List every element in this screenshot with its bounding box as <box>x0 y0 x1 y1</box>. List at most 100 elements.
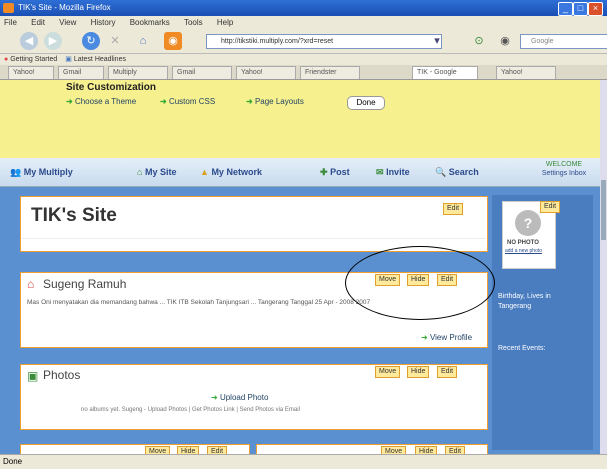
rss-icon[interactable]: ◉ <box>164 32 182 50</box>
minimize-button[interactable]: _ <box>558 2 573 16</box>
maximize-button[interactable]: □ <box>573 2 588 16</box>
nav-my-site-label: My Site <box>144 167 177 177</box>
bookmark-icon[interactable]: ◉ <box>496 32 514 50</box>
photos-icon: ▣ <box>27 369 39 383</box>
home-icon[interactable]: ⌂ <box>134 32 152 50</box>
tab-item[interactable]: Gmail <box>172 66 232 79</box>
forward-icon[interactable]: ▶ <box>44 32 62 50</box>
nav-my-site[interactable]: ⌂ My Site <box>137 167 176 177</box>
arrow-icon: ➜ <box>160 97 167 106</box>
navigation-toolbar: ◀ ▶ ↻ ✕ ⌂ ◉ http://tikstiki.multiply.com… <box>0 29 607 54</box>
vertical-scrollbar[interactable] <box>600 80 607 454</box>
nav-invite[interactable]: ✉ Invite <box>376 167 410 178</box>
photos-panel: ▣ Photos Move Hide Edit ➜ Upload Photo n… <box>20 364 488 430</box>
sidebar-info-line2: Tangerang <box>498 303 532 310</box>
choose-theme-link[interactable]: ➜ Choose a Theme <box>66 97 136 106</box>
status-bar: Done <box>0 454 607 469</box>
site-title: TIK's Site <box>31 205 117 226</box>
customization-title: Site Customization <box>66 82 157 93</box>
nav-search-label: Search <box>448 167 479 177</box>
sidebar-edit-button[interactable]: Edit <box>540 201 561 213</box>
edit-button[interactable]: Edit <box>443 203 464 215</box>
profile-sidebar: ? NO PHOTO add a new photo Edit Birthday… <box>492 195 593 450</box>
nav-my-multiply-label: My Multiply <box>23 167 73 177</box>
nav-my-network-label: My Network <box>211 167 262 177</box>
view-profile-link[interactable]: ➜ View Profile <box>421 333 472 342</box>
profile-icon: ⌂ <box>27 277 35 291</box>
tab-item[interactable]: Yahoo! <box>496 66 556 79</box>
done-button[interactable]: Done <box>347 96 385 110</box>
arrow-icon: ➜ <box>211 393 218 402</box>
menu-bar: File Edit View History Bookmarks Tools H… <box>0 16 607 29</box>
reload-icon[interactable]: ↻ <box>82 32 100 50</box>
home-icon: ⌂ <box>137 167 143 177</box>
page-layouts-link[interactable]: ➜ Page Layouts <box>246 97 304 106</box>
nav-invite-label: Invite <box>386 167 410 177</box>
tab-item[interactable]: Friendster <box>300 66 360 79</box>
headlines-icon: ▣ <box>65 56 72 63</box>
nav-search[interactable]: 🔍 Search <box>435 167 479 178</box>
nav-my-network[interactable]: ▲ My Network <box>200 167 262 177</box>
window-title: TIK's Site - Mozilla Firefox <box>18 3 111 12</box>
move-button[interactable]: Move <box>375 366 401 378</box>
stop-icon[interactable]: ✕ <box>106 32 124 50</box>
bookmark-latest-headlines[interactable]: Latest Headlines <box>74 56 126 63</box>
invite-icon: ✉ <box>376 167 384 177</box>
photos-title: Photos <box>43 368 81 382</box>
tab-item[interactable]: Gmail <box>58 66 104 79</box>
upload-photo-link[interactable]: ➜ Upload Photo <box>211 393 268 402</box>
question-icon: ? <box>515 210 541 236</box>
menu-file[interactable]: File <box>4 18 17 27</box>
add-photo-link[interactable]: add a new photo <box>505 248 542 254</box>
menu-edit[interactable]: Edit <box>31 18 45 27</box>
firefox-icon <box>3 3 14 13</box>
nav-my-multiply[interactable]: 👥 My Multiply <box>10 167 73 178</box>
back-icon[interactable]: ◀ <box>20 32 38 50</box>
annotation-ellipse <box>345 246 495 320</box>
sidebar-info-line1: Birthday, Lives in <box>498 293 551 300</box>
user-settings-links[interactable]: Settings Inbox <box>535 170 593 177</box>
arrow-icon: ➜ <box>246 97 253 106</box>
tab-item[interactable]: Yahoo! <box>236 66 296 79</box>
tab-item[interactable]: Multiply <box>108 66 168 79</box>
dropdown-icon[interactable]: ▾ <box>428 32 446 50</box>
close-button[interactable]: × <box>588 2 603 16</box>
menu-tools[interactable]: Tools <box>184 18 203 27</box>
nav-post[interactable]: ✚ Post <box>320 167 350 178</box>
menu-bookmarks[interactable]: Bookmarks <box>130 18 170 27</box>
photos-hint: no albums yet. Sugeng - Upload Photos | … <box>81 407 300 413</box>
custom-css-label: Custom CSS <box>168 97 216 106</box>
bookmarks-bar: ● Getting Started ▣ Latest Headlines <box>0 54 607 65</box>
site-navigation: 👥 My Multiply ⌂ My Site ▲ My Network ✚ P… <box>0 158 600 187</box>
search-input[interactable]: Google <box>520 34 607 49</box>
go-icon[interactable]: ⊙ <box>470 32 488 50</box>
tab-bar: Yahoo! Gmail Multiply Gmail Yahoo! Frien… <box>0 65 607 80</box>
choose-theme-label: Choose a Theme <box>74 97 137 106</box>
network-icon: ▲ <box>200 167 209 177</box>
page-layouts-label: Page Layouts <box>254 97 304 106</box>
tab-item-active[interactable]: TIK - Google <box>412 66 478 79</box>
view-profile-label: View Profile <box>429 333 473 342</box>
hide-button[interactable]: Hide <box>407 366 430 378</box>
site-title-panel: TIK's Site Edit <box>20 196 488 252</box>
bookmark-getting-started[interactable]: Getting Started <box>10 56 57 63</box>
edit-button[interactable]: Edit <box>437 366 458 378</box>
menu-help[interactable]: Help <box>217 18 233 27</box>
search-icon: 🔍 <box>435 167 447 177</box>
menu-history[interactable]: History <box>91 18 116 27</box>
user-welcome: WELCOME <box>545 161 583 168</box>
recent-events-label: Recent Events: <box>498 345 546 352</box>
profile-name: Sugeng Ramuh <box>43 277 127 291</box>
site-customization-bar: Site Customization ➜ Choose a Theme ➜ Cu… <box>0 80 600 158</box>
arrow-icon: ➜ <box>66 97 73 106</box>
getting-started-icon: ● <box>4 56 9 63</box>
arrow-icon: ➜ <box>421 333 428 342</box>
upload-photo-label: Upload Photo <box>219 393 269 402</box>
custom-css-link[interactable]: ➜ Custom CSS <box>160 97 215 106</box>
nav-post-label: Post <box>330 167 350 177</box>
scrollbar-thumb[interactable] <box>601 180 606 240</box>
menu-view[interactable]: View <box>59 18 76 27</box>
no-photo-label: NO PHOTO <box>507 240 539 246</box>
tab-item[interactable]: Yahoo! <box>8 66 54 79</box>
address-bar[interactable]: http://tikstiki.multiply.com/?xrd=reset <box>206 34 442 49</box>
